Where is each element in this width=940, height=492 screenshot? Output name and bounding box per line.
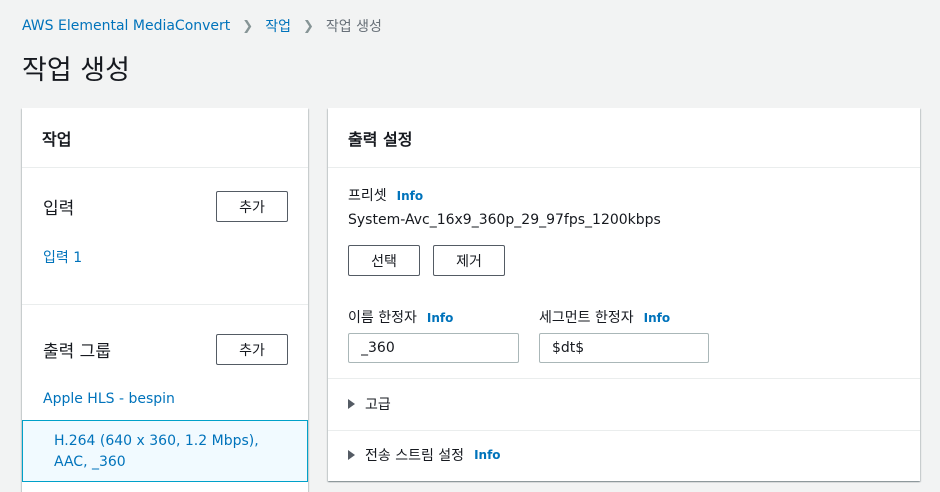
preset-info-link[interactable]: Info — [397, 189, 423, 203]
transport-stream-info-link[interactable]: Info — [474, 448, 500, 462]
preset-value: System-Avc_16x9_360p_29_97fps_1200kbps — [348, 212, 661, 228]
transport-stream-label: 전송 스트림 설정 — [365, 448, 465, 464]
select-preset-button[interactable]: 선택 — [348, 245, 420, 276]
caret-right-icon — [348, 450, 355, 460]
add-input-button[interactable]: 추가 — [216, 191, 288, 222]
section-divider — [22, 304, 308, 305]
output-settings-panel: 출력 설정 프리셋 Info System-Avc_16x9_360p_29_97… — [328, 108, 920, 481]
caret-right-icon — [348, 399, 355, 409]
name-modifier-info-link[interactable]: Info — [427, 311, 453, 325]
inputs-label: 입력 — [43, 199, 75, 219]
chevron-right-icon: ❯ — [302, 18, 314, 34]
name-modifier-input[interactable] — [348, 333, 519, 363]
segment-modifier-label: 세그먼트 한정자 — [539, 310, 634, 326]
name-modifier-field: 이름 한정자 Info — [348, 307, 453, 327]
segment-modifier-field: 세그먼트 한정자 Info — [539, 307, 670, 327]
breadcrumb: AWS Elemental MediaConvert ❯ 작업 ❯ 작업 생성 — [22, 16, 382, 36]
segment-modifier-input[interactable] — [539, 333, 709, 363]
section-divider — [328, 378, 920, 379]
advanced-label: 고급 — [365, 397, 391, 413]
chevron-right-icon: ❯ — [242, 18, 254, 34]
job-panel: 작업 입력 추가 입력 1 출력 그룹 추가 Apple HLS - bespi… — [22, 108, 308, 492]
name-modifier-label: 이름 한정자 — [348, 310, 417, 326]
job-panel-title: 작업 — [22, 108, 308, 168]
output-settings-title: 출력 설정 — [328, 108, 920, 168]
breadcrumb-jobs-link[interactable]: 작업 — [265, 16, 291, 36]
output-group-link[interactable]: Apple HLS - bespin — [43, 391, 175, 407]
selected-output-item[interactable]: H.264 (640 x 360, 1.2 Mbps), AAC, _360 — [22, 420, 308, 482]
input-1-link[interactable]: 입력 1 — [43, 247, 82, 267]
preset-label: 프리셋 — [348, 188, 387, 204]
page-title: 작업 생성 — [22, 55, 130, 86]
section-divider — [328, 430, 920, 431]
transport-stream-expander[interactable]: 전송 스트림 설정 Info — [348, 445, 501, 465]
add-output-group-button[interactable]: 추가 — [216, 334, 288, 365]
remove-preset-button[interactable]: 제거 — [433, 245, 505, 276]
breadcrumb-current: 작업 생성 — [325, 19, 382, 35]
selected-output-label: H.264 (640 x 360, 1.2 Mbps), AAC, _360 — [54, 433, 259, 470]
advanced-expander[interactable]: 고급 — [348, 394, 391, 414]
breadcrumb-mediaconvert-link[interactable]: AWS Elemental MediaConvert — [22, 18, 230, 34]
preset-field: 프리셋 Info — [348, 185, 423, 205]
segment-modifier-info-link[interactable]: Info — [644, 311, 670, 325]
output-groups-label: 출력 그룹 — [43, 342, 111, 362]
